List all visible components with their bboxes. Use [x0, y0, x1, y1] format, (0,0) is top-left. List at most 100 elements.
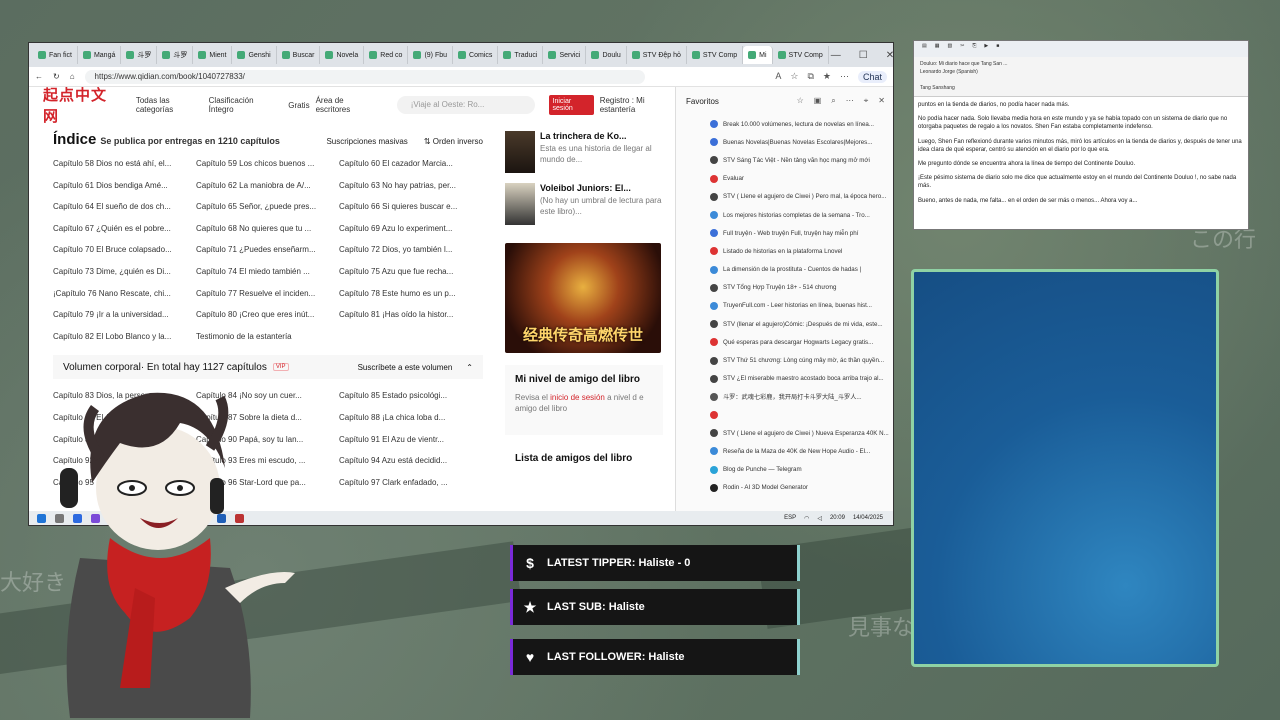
- toolbar-button[interactable]: ▤: [922, 43, 927, 55]
- nav-writers[interactable]: Área de escritores: [316, 96, 375, 114]
- browser-tab[interactable]: Mi: [743, 46, 773, 64]
- search-icon[interactable]: ⌕: [831, 96, 835, 106]
- voice-select[interactable]: Leonardo Jorge (Spanish): [920, 68, 1242, 76]
- browser-tab[interactable]: Genshi: [232, 46, 277, 64]
- game-ad-banner[interactable]: 经典传奇高燃传世: [505, 243, 661, 353]
- chapter-link[interactable]: Capítulo 77 Resuelve el inciden...: [196, 283, 339, 305]
- login-button[interactable]: Iniciar sesión: [548, 95, 594, 115]
- chapter-link[interactable]: Capítulo 67 ¿Quién es el pobre...: [53, 218, 196, 240]
- tray-lang[interactable]: ESP: [784, 515, 796, 522]
- favorite-item[interactable]: TruyenFull.com - Leer historias en línea…: [676, 297, 893, 315]
- minimize-icon[interactable]: —: [831, 50, 841, 61]
- chapter-link[interactable]: Capítulo 88 ¡La chica loba d...: [339, 407, 483, 429]
- favorite-item[interactable]: Reseña de la Maza de 40K de New Hope Aud…: [676, 442, 893, 460]
- chapter-link[interactable]: Capítulo 58 Dios no está ahí, el...: [53, 153, 196, 175]
- favorites-icon[interactable]: ★: [823, 71, 831, 83]
- browser-tab[interactable]: Comics: [453, 46, 499, 64]
- chapter-link[interactable]: Capítulo 74 El miedo también ...: [196, 261, 339, 283]
- reverse-order-button[interactable]: ⇅ Orden inverso: [424, 137, 483, 146]
- browser-tab[interactable]: (9) Fbu: [408, 46, 454, 64]
- volume-subscribe-button[interactable]: Suscríbete a este volumen: [358, 363, 453, 372]
- chapter-link[interactable]: Capítulo 62 La maniobra de A/...: [196, 175, 339, 197]
- doc-body[interactable]: puntos en la tienda de diarios, no podía…: [914, 97, 1248, 215]
- title-field[interactable]: Douluo: Mi diario hace que Tang San ...: [920, 60, 1242, 68]
- add-folder-icon[interactable]: ▣: [814, 96, 822, 106]
- browser-tab[interactable]: STV Comp: [687, 46, 744, 64]
- favorite-item[interactable]: Evaluar: [676, 170, 893, 188]
- toolbar-button[interactable]: ▧: [947, 43, 952, 55]
- browser-tab[interactable]: Mangá: [78, 46, 122, 64]
- browser-tab[interactable]: STV Đệp hỏ: [627, 46, 687, 64]
- chapter-link[interactable]: Capítulo 69 Azu lo experiment...: [339, 218, 483, 240]
- browser-tab[interactable]: Red co: [364, 46, 409, 64]
- chapter-link[interactable]: Capítulo 60 El cazador Marcia...: [339, 153, 483, 175]
- favorite-item[interactable]: Full truyện - Web truyện Full, truyện ha…: [676, 224, 893, 242]
- home-icon[interactable]: ⌂: [70, 72, 75, 81]
- chapter-link[interactable]: Capítulo 68 No quieres que tu ...: [196, 218, 339, 240]
- chapter-link[interactable]: Capítulo 66 Si quieres buscar e...: [339, 196, 483, 218]
- copilot-chat-button[interactable]: Chat: [857, 70, 887, 83]
- favorite-item[interactable]: STV ( Llene el agujero de Ciwei ) Pero m…: [676, 188, 893, 206]
- add-favorite-icon[interactable]: ☆: [797, 96, 804, 106]
- browser-tab[interactable]: Servici: [543, 46, 587, 64]
- recommended-book[interactable]: La trinchera de Ko... Esta es una histor…: [505, 131, 663, 181]
- browser-tab[interactable]: Novela: [320, 46, 365, 64]
- close-icon[interactable]: ✕: [886, 50, 893, 61]
- favorite-item[interactable]: STV ¿El miserable maestro acostado boca …: [676, 370, 893, 388]
- toolbar-button[interactable]: ⎘: [972, 43, 976, 55]
- toolbar-button[interactable]: ✂: [960, 43, 964, 55]
- browser-tab[interactable]: 斗罗: [157, 46, 194, 64]
- chapter-link[interactable]: Capítulo 91 El Azu de vientr...: [339, 429, 483, 451]
- toolbar-button[interactable]: ■: [996, 43, 999, 55]
- favorite-item[interactable]: STV Thứ 51 chương: Lòng cúng mây mờ, ác …: [676, 351, 893, 369]
- chapter-link[interactable]: Capítulo 75 Azu que fue recha...: [339, 261, 483, 283]
- favorite-item[interactable]: Rodin - AI 3D Model Generator: [676, 479, 893, 497]
- chapter-link[interactable]: Capítulo 82 El Lobo Blanco y la...: [53, 326, 196, 348]
- volume-icon[interactable]: ◁: [817, 515, 822, 522]
- url-field[interactable]: https://www.qidian.com/book/1040727833/: [84, 69, 645, 84]
- favorite-item[interactable]: Listado de historias en la plataforma Ln…: [676, 242, 893, 260]
- favorite-item[interactable]: Buenas Novelas|Buenas Novelas Escolares|…: [676, 133, 893, 151]
- chapter-link[interactable]: Capítulo 85 Estado psicológi...: [339, 385, 483, 407]
- favorite-item[interactable]: STV Sáng Tác Việt - Nền tảng văn học mạn…: [676, 151, 893, 169]
- chapter-link[interactable]: Capítulo 81 ¡Has oído la histor...: [339, 304, 483, 326]
- collections-icon[interactable]: ⧉: [807, 71, 813, 83]
- browser-tab[interactable]: Mient: [193, 46, 233, 64]
- reload-icon[interactable]: ↻: [53, 72, 60, 81]
- favorite-item[interactable]: [676, 406, 893, 424]
- maximize-icon[interactable]: ☐: [859, 50, 868, 61]
- nav-ranking[interactable]: Clasificación Íntegro: [209, 96, 275, 114]
- chapter-link[interactable]: Capítulo 73 Dime, ¿quién es Di...: [53, 261, 196, 283]
- browser-tab[interactable]: Buscar: [277, 46, 321, 64]
- pin-icon[interactable]: ⌖: [864, 96, 869, 106]
- tray-time[interactable]: 20:09: [830, 515, 845, 522]
- chapter-link[interactable]: Capítulo 64 El sueño de dos ch...: [53, 196, 196, 218]
- chapter-link[interactable]: Capítulo 79 ¡Ir a la universidad...: [53, 304, 196, 326]
- browser-tab[interactable]: STV Comp: [773, 46, 829, 64]
- recommended-book[interactable]: Voleibol Juniors: El... (No hay un umbra…: [505, 183, 663, 233]
- back-icon[interactable]: ←: [35, 72, 43, 81]
- favorite-item[interactable]: Blog de Punche — Telegram: [676, 461, 893, 479]
- mass-subscriptions-button[interactable]: Suscripciones masivas: [326, 137, 407, 146]
- favorite-item[interactable]: STV Tổng Hợp Truyện 18+ - 514 chương: [676, 279, 893, 297]
- nav-free[interactable]: Gratis: [288, 101, 309, 110]
- toolbar-button[interactable]: ▶: [984, 43, 988, 55]
- browser-tab[interactable]: Doulu: [586, 46, 627, 64]
- site-logo[interactable]: 起点中文网: [43, 87, 116, 126]
- extensions-icon[interactable]: ⋯: [840, 71, 849, 83]
- browser-tab[interactable]: Traduci: [498, 46, 544, 64]
- browser-tab[interactable]: 斗罗: [121, 46, 158, 64]
- friend-login-link[interactable]: inicio de sesión: [550, 393, 605, 402]
- favorite-item[interactable]: Qué esperas para descargar Hogwarts Lega…: [676, 333, 893, 351]
- chapter-link[interactable]: Capítulo 72 Dios, yo también l...: [339, 239, 483, 261]
- read-aloud-icon[interactable]: A: [775, 71, 781, 83]
- chapter-link[interactable]: Capítulo 97 Clark enfadado, ...: [339, 472, 483, 494]
- browser-tab[interactable]: Fan fict: [33, 46, 78, 64]
- chapter-link[interactable]: Capítulo 78 Este humo es un p...: [339, 283, 483, 305]
- favorite-item[interactable]: STV (llenar el agujero)Cómic: ¡Después d…: [676, 315, 893, 333]
- register-link[interactable]: Registro : Mi estantería: [600, 96, 675, 114]
- favorite-item[interactable]: 斗罗：武魂七彩鹿，我开局打卡斗罗大陆_斗罗人...: [676, 388, 893, 406]
- nav-all-categories[interactable]: Todas las categorías: [136, 96, 203, 114]
- favorite-item[interactable]: La dimensión de la prostituta - Cuentos …: [676, 261, 893, 279]
- chapter-link[interactable]: Capítulo 65 Señor, ¿puede pres...: [196, 196, 339, 218]
